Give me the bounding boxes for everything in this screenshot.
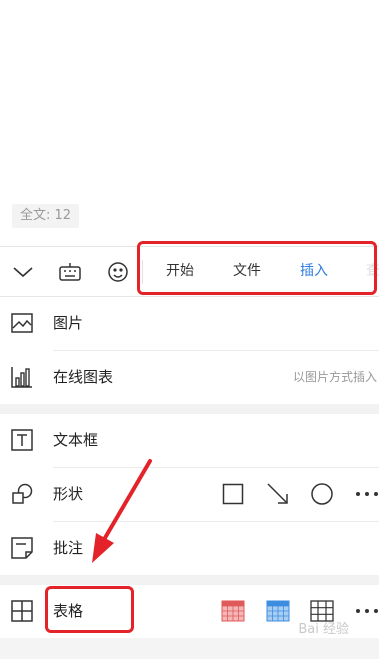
keyboard-icon[interactable] xyxy=(55,247,85,296)
online-chart-hint: 以图片方式插入 xyxy=(292,370,377,384)
bottom-gap xyxy=(0,638,379,659)
emoji-icon[interactable] xyxy=(103,247,133,296)
more-tables-icon[interactable] xyxy=(354,598,379,624)
watermark: Bai 经验 xyxy=(298,622,349,637)
picture-label: 图片 xyxy=(53,314,84,332)
section-gap xyxy=(0,575,379,585)
collapse-chevron-icon[interactable] xyxy=(8,247,38,296)
arrow-shape-icon[interactable] xyxy=(265,481,291,507)
menu-item-picture[interactable]: 图片 xyxy=(0,297,379,350)
shape-label: 形状 xyxy=(53,485,84,503)
menu-item-online-chart[interactable]: 在线图表 以图片方式插入 xyxy=(0,351,379,404)
table-style-red-icon[interactable] xyxy=(220,598,246,624)
annotation-box-tabs xyxy=(137,241,377,295)
rectangle-shape-icon[interactable] xyxy=(220,481,246,507)
image-icon xyxy=(10,311,34,335)
word-count-badge: 全文: 12 xyxy=(12,204,80,228)
textbox-icon xyxy=(10,428,34,452)
table-style-blue-icon[interactable] xyxy=(265,598,291,624)
table-icon xyxy=(10,599,34,623)
comment-icon xyxy=(10,536,34,560)
comment-label: 批注 xyxy=(53,539,84,557)
section-gap xyxy=(0,404,379,414)
annotation-arrow-icon xyxy=(92,459,152,563)
shapes-icon xyxy=(10,482,34,506)
circle-shape-icon[interactable] xyxy=(309,481,335,507)
menu-item-comment[interactable]: 批注 xyxy=(0,522,379,575)
menu-item-textbox[interactable]: 文本框 xyxy=(0,414,379,467)
online-chart-label: 在线图表 xyxy=(53,368,114,386)
annotation-box-table xyxy=(45,586,134,633)
bar-chart-icon xyxy=(10,365,34,389)
more-shapes-icon[interactable] xyxy=(354,481,379,507)
menu-item-shape[interactable]: 形状 xyxy=(0,468,379,521)
